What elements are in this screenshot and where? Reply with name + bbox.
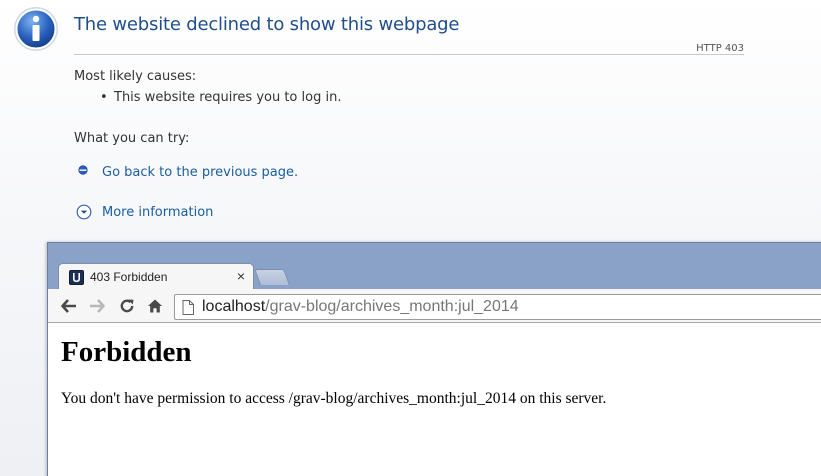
cause-item: • This website requires you to log in. <box>100 90 341 105</box>
error-title: The website declined to show this webpag… <box>74 14 460 35</box>
cause-text: This website requires you to log in. <box>114 90 342 105</box>
causes-heading: Most likely causes: <box>74 69 197 84</box>
browser-toolbar: localhost/grav-blog/archives_month:jul_2… <box>48 289 821 323</box>
tab-title: 403 Forbidden <box>90 270 168 284</box>
info-icon <box>14 7 58 51</box>
back-button[interactable] <box>60 297 78 315</box>
browser-window: 403 Forbidden × localhost/grav-blog/arch… <box>47 242 821 476</box>
go-back-link[interactable]: Go back to the previous page. <box>102 165 298 180</box>
more-information-row[interactable]: More information <box>76 204 213 220</box>
home-button[interactable] <box>146 297 164 315</box>
tab-strip: 403 Forbidden × <box>48 243 821 290</box>
home-icon <box>148 299 162 313</box>
blue-bullet-icon <box>78 164 88 175</box>
url-text[interactable]: localhost/grav-blog/archives_month:jul_2… <box>202 298 519 316</box>
reload-button[interactable] <box>118 297 136 315</box>
more-information-link[interactable]: More information <box>102 205 213 220</box>
page-message: You don't have permission to access /gra… <box>61 390 607 407</box>
tab-403-forbidden[interactable]: 403 Forbidden × <box>58 263 254 290</box>
chevron-down-circle-icon[interactable] <box>76 204 92 220</box>
address-bar[interactable]: localhost/grav-blog/archives_month:jul_2… <box>174 294 821 320</box>
page-heading: Forbidden <box>61 336 192 368</box>
close-icon[interactable]: × <box>237 269 245 283</box>
arrow-left-icon <box>61 299 76 313</box>
forward-button[interactable] <box>88 297 106 315</box>
new-tab-button[interactable] <box>254 269 290 285</box>
bullet: • <box>100 90 108 105</box>
go-back-row: Go back to the previous page. <box>78 164 298 180</box>
favicon-icon <box>69 269 84 285</box>
arrow-right-icon <box>90 299 105 313</box>
url-path: /grav-blog/archives_month:jul_2014 <box>265 298 519 315</box>
try-heading: What you can try: <box>74 131 190 146</box>
url-host: localhost <box>202 298 266 315</box>
title-divider <box>74 54 744 55</box>
page-icon <box>182 299 194 315</box>
reload-icon <box>120 299 134 313</box>
page-content: Forbidden You don't have permission to a… <box>48 324 821 476</box>
http-status-code: HTTP 403 <box>696 43 744 54</box>
